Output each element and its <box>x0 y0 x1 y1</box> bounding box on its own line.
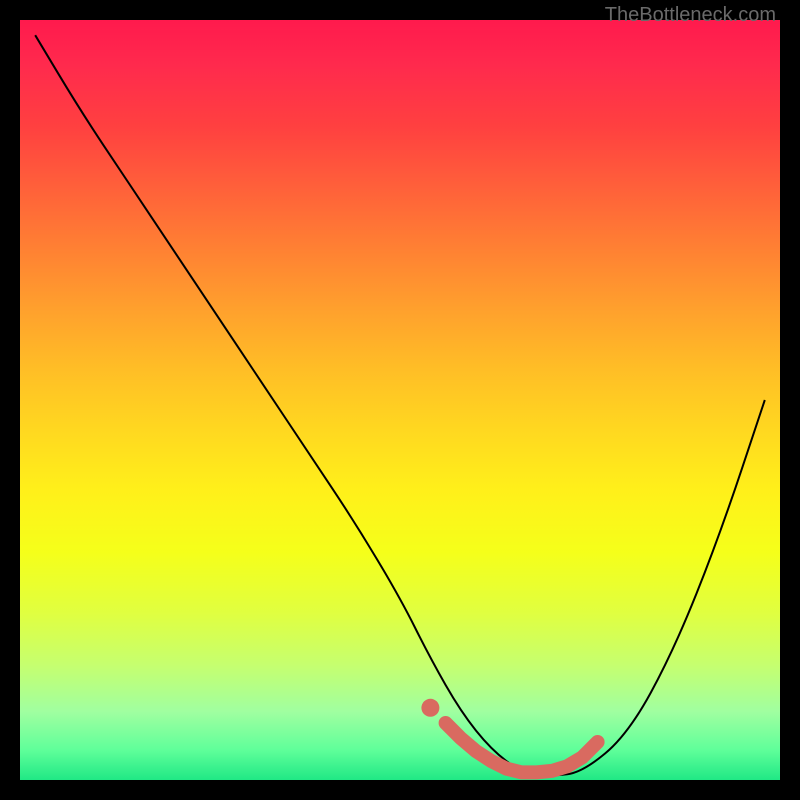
bottleneck-curve <box>35 35 765 775</box>
plot-area <box>20 20 780 780</box>
watermark-text: TheBottleneck.com <box>605 4 776 27</box>
chart-svg <box>20 20 780 780</box>
chart-container: TheBottleneck.com <box>0 0 800 800</box>
flat-zone-highlight <box>421 699 597 773</box>
